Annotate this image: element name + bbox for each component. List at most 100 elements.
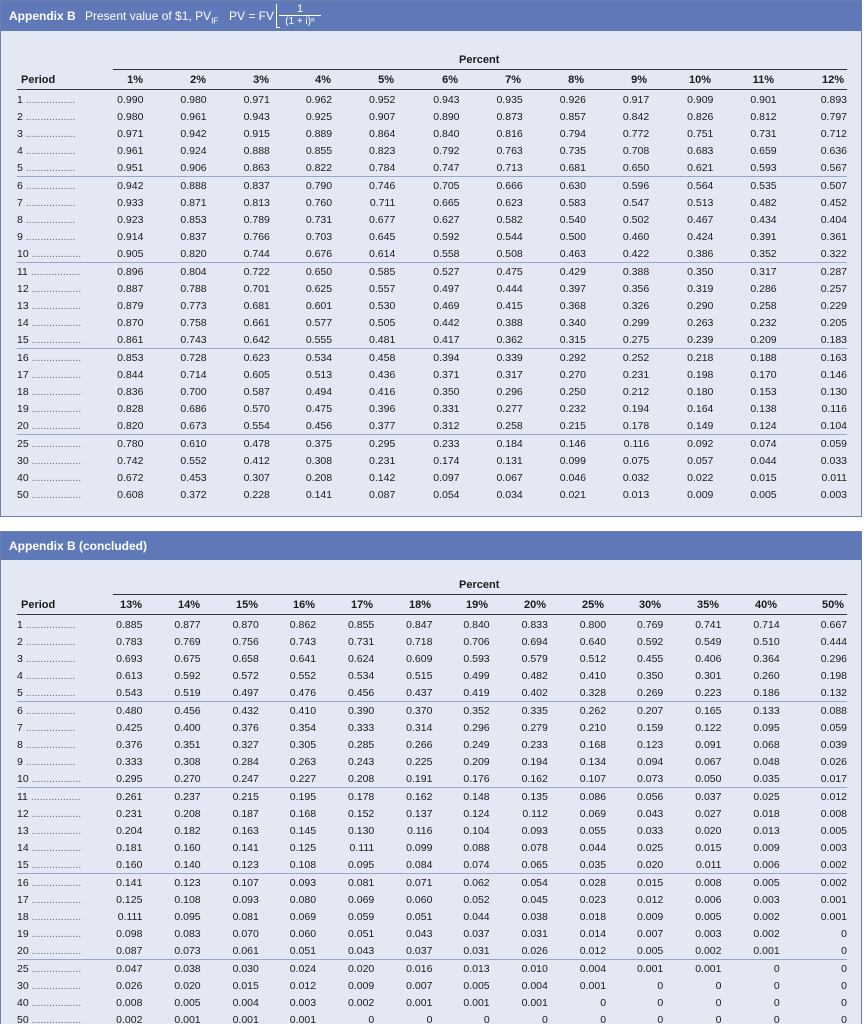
- value-cell: 0.350: [687, 265, 714, 278]
- value-cell: 0.863: [206, 159, 270, 177]
- value-cell: 0.444: [496, 282, 523, 295]
- value-cell: 0.107: [232, 876, 259, 889]
- column-header: 19%: [465, 599, 488, 611]
- value-cell: 0.261: [116, 790, 143, 803]
- value-cell: 0.756: [232, 635, 259, 648]
- value-cell: 0.728: [180, 351, 207, 364]
- value-cell: 0.650: [585, 159, 650, 177]
- value-cell: 0.301: [695, 669, 722, 682]
- value-cell: 0.001: [820, 910, 847, 923]
- value-cell: 0.018: [753, 807, 780, 820]
- value-cell: 0.062: [463, 876, 490, 889]
- value-cell: 0.456: [174, 704, 201, 717]
- value-cell: 0.686: [180, 402, 207, 415]
- value-cell: 0.015: [636, 876, 664, 889]
- value-cell: 0.012: [820, 790, 847, 803]
- appendix-b-concluded-panel: Appendix B (concluded) Percent Period 13…: [0, 531, 862, 1024]
- value-cell: 0.006: [721, 856, 780, 874]
- value-cell: 0.125: [116, 893, 143, 906]
- value-cell: 0.917: [622, 93, 650, 106]
- value-cell: 0.011: [821, 471, 848, 484]
- value-cell: 0.308: [305, 454, 333, 467]
- value-cell: 0.239: [649, 331, 714, 349]
- period-cell: 14 .................: [17, 316, 82, 329]
- value-cell: 0.003: [820, 488, 847, 501]
- period-header-2: Period: [21, 599, 56, 611]
- value-cell: 0.340: [559, 316, 586, 329]
- value-cell: 0.168: [289, 807, 317, 820]
- value-cell: 0.645: [369, 230, 396, 243]
- value-cell: 0.067: [695, 755, 722, 768]
- value-cell: 0.416: [369, 385, 396, 398]
- value-cell: 0.163: [820, 351, 847, 364]
- value-cell: 0.823: [369, 144, 396, 157]
- value-cell: 0.059: [347, 910, 375, 923]
- value-cell: 0.099: [559, 454, 586, 467]
- value-cell: 0.146: [559, 437, 586, 450]
- value-cell: 0.162: [406, 790, 433, 803]
- value-cell: 0.009: [636, 910, 664, 923]
- value-cell: 0.290: [687, 299, 714, 312]
- value-cell: 0.406: [695, 652, 722, 665]
- value-cell: 0.658: [232, 652, 259, 665]
- value-cell: 0.557: [369, 282, 396, 295]
- value-cell: 0.225: [406, 755, 433, 768]
- value-cell: 0.608: [117, 488, 144, 501]
- value-cell: 0.013: [753, 824, 780, 837]
- value-cell: 0.015: [695, 841, 722, 854]
- value-cell: 0.971: [117, 127, 144, 140]
- value-cell: 0.555: [269, 331, 333, 349]
- value-cell: 0.308: [174, 755, 201, 768]
- value-cell: 0.174: [433, 454, 460, 467]
- value-cell: 0.132: [779, 684, 847, 702]
- value-cell: 0.229: [820, 299, 847, 312]
- value-cell: 0.667: [820, 618, 847, 631]
- value-cell: 0: [483, 1013, 490, 1024]
- value-cell: 0.232: [559, 402, 586, 415]
- value-cell: 0.043: [406, 927, 433, 940]
- value-cell: 0.352: [463, 704, 490, 717]
- period-cell: 7 .................: [17, 196, 76, 209]
- value-cell: 0.783: [116, 635, 143, 648]
- value-cell: 0.623: [243, 351, 270, 364]
- value-cell: 0.315: [522, 331, 586, 349]
- column-header: 15%: [235, 599, 258, 611]
- table-row: 17 ................. 0.125 0.108 0.093 0.080…: [17, 891, 847, 908]
- value-cell: 0.452: [820, 196, 847, 209]
- value-cell: 0.270: [559, 368, 586, 381]
- period-value: 18: [17, 910, 29, 923]
- table-row: 15 ................. 0.160 0.140 0.123 0.108…: [17, 856, 847, 874]
- value-cell: 0.086: [579, 790, 607, 803]
- value-cell: 0.579: [521, 652, 548, 665]
- value-cell: 0.700: [180, 385, 207, 398]
- value-cell: 0.436: [369, 368, 396, 381]
- value-cell: 0.183: [776, 331, 847, 349]
- value-cell: 0.718: [406, 635, 433, 648]
- value-cell: 0.923: [117, 213, 144, 226]
- period-value: 19: [17, 927, 29, 940]
- value-cell: 0.961: [117, 144, 144, 157]
- table-row: 9 ................. 0.914 0.837 0.766 0.703 0…: [17, 228, 847, 245]
- value-cell: 0.683: [687, 144, 714, 157]
- value-cell: 0.701: [243, 282, 270, 295]
- value-cell: 0.130: [820, 385, 847, 398]
- percent-label-2: Percent: [459, 579, 500, 591]
- value-cell: 0: [600, 1013, 607, 1024]
- value-cell: 0.043: [636, 807, 664, 820]
- value-cell: 0: [657, 996, 664, 1009]
- period-cell: 16 .................: [17, 351, 82, 364]
- appendix-concluded-title: Appendix B (concluded): [9, 539, 147, 553]
- value-cell: 0.410: [579, 669, 607, 682]
- value-cell: 0.056: [636, 790, 664, 803]
- value-cell: 0.887: [117, 282, 144, 295]
- value-cell: 0.769: [636, 618, 664, 631]
- value-cell: 0.176: [432, 770, 490, 788]
- value-cell: 0.741: [695, 618, 722, 631]
- value-cell: 0.087: [107, 942, 143, 960]
- value-cell: 0.052: [463, 893, 490, 906]
- value-cell: 0.386: [649, 245, 714, 263]
- value-cell: 0.250: [559, 385, 586, 398]
- value-cell: 0: [841, 962, 847, 975]
- value-cell: 0.681: [522, 159, 586, 177]
- value-cell: 0.142: [369, 471, 396, 484]
